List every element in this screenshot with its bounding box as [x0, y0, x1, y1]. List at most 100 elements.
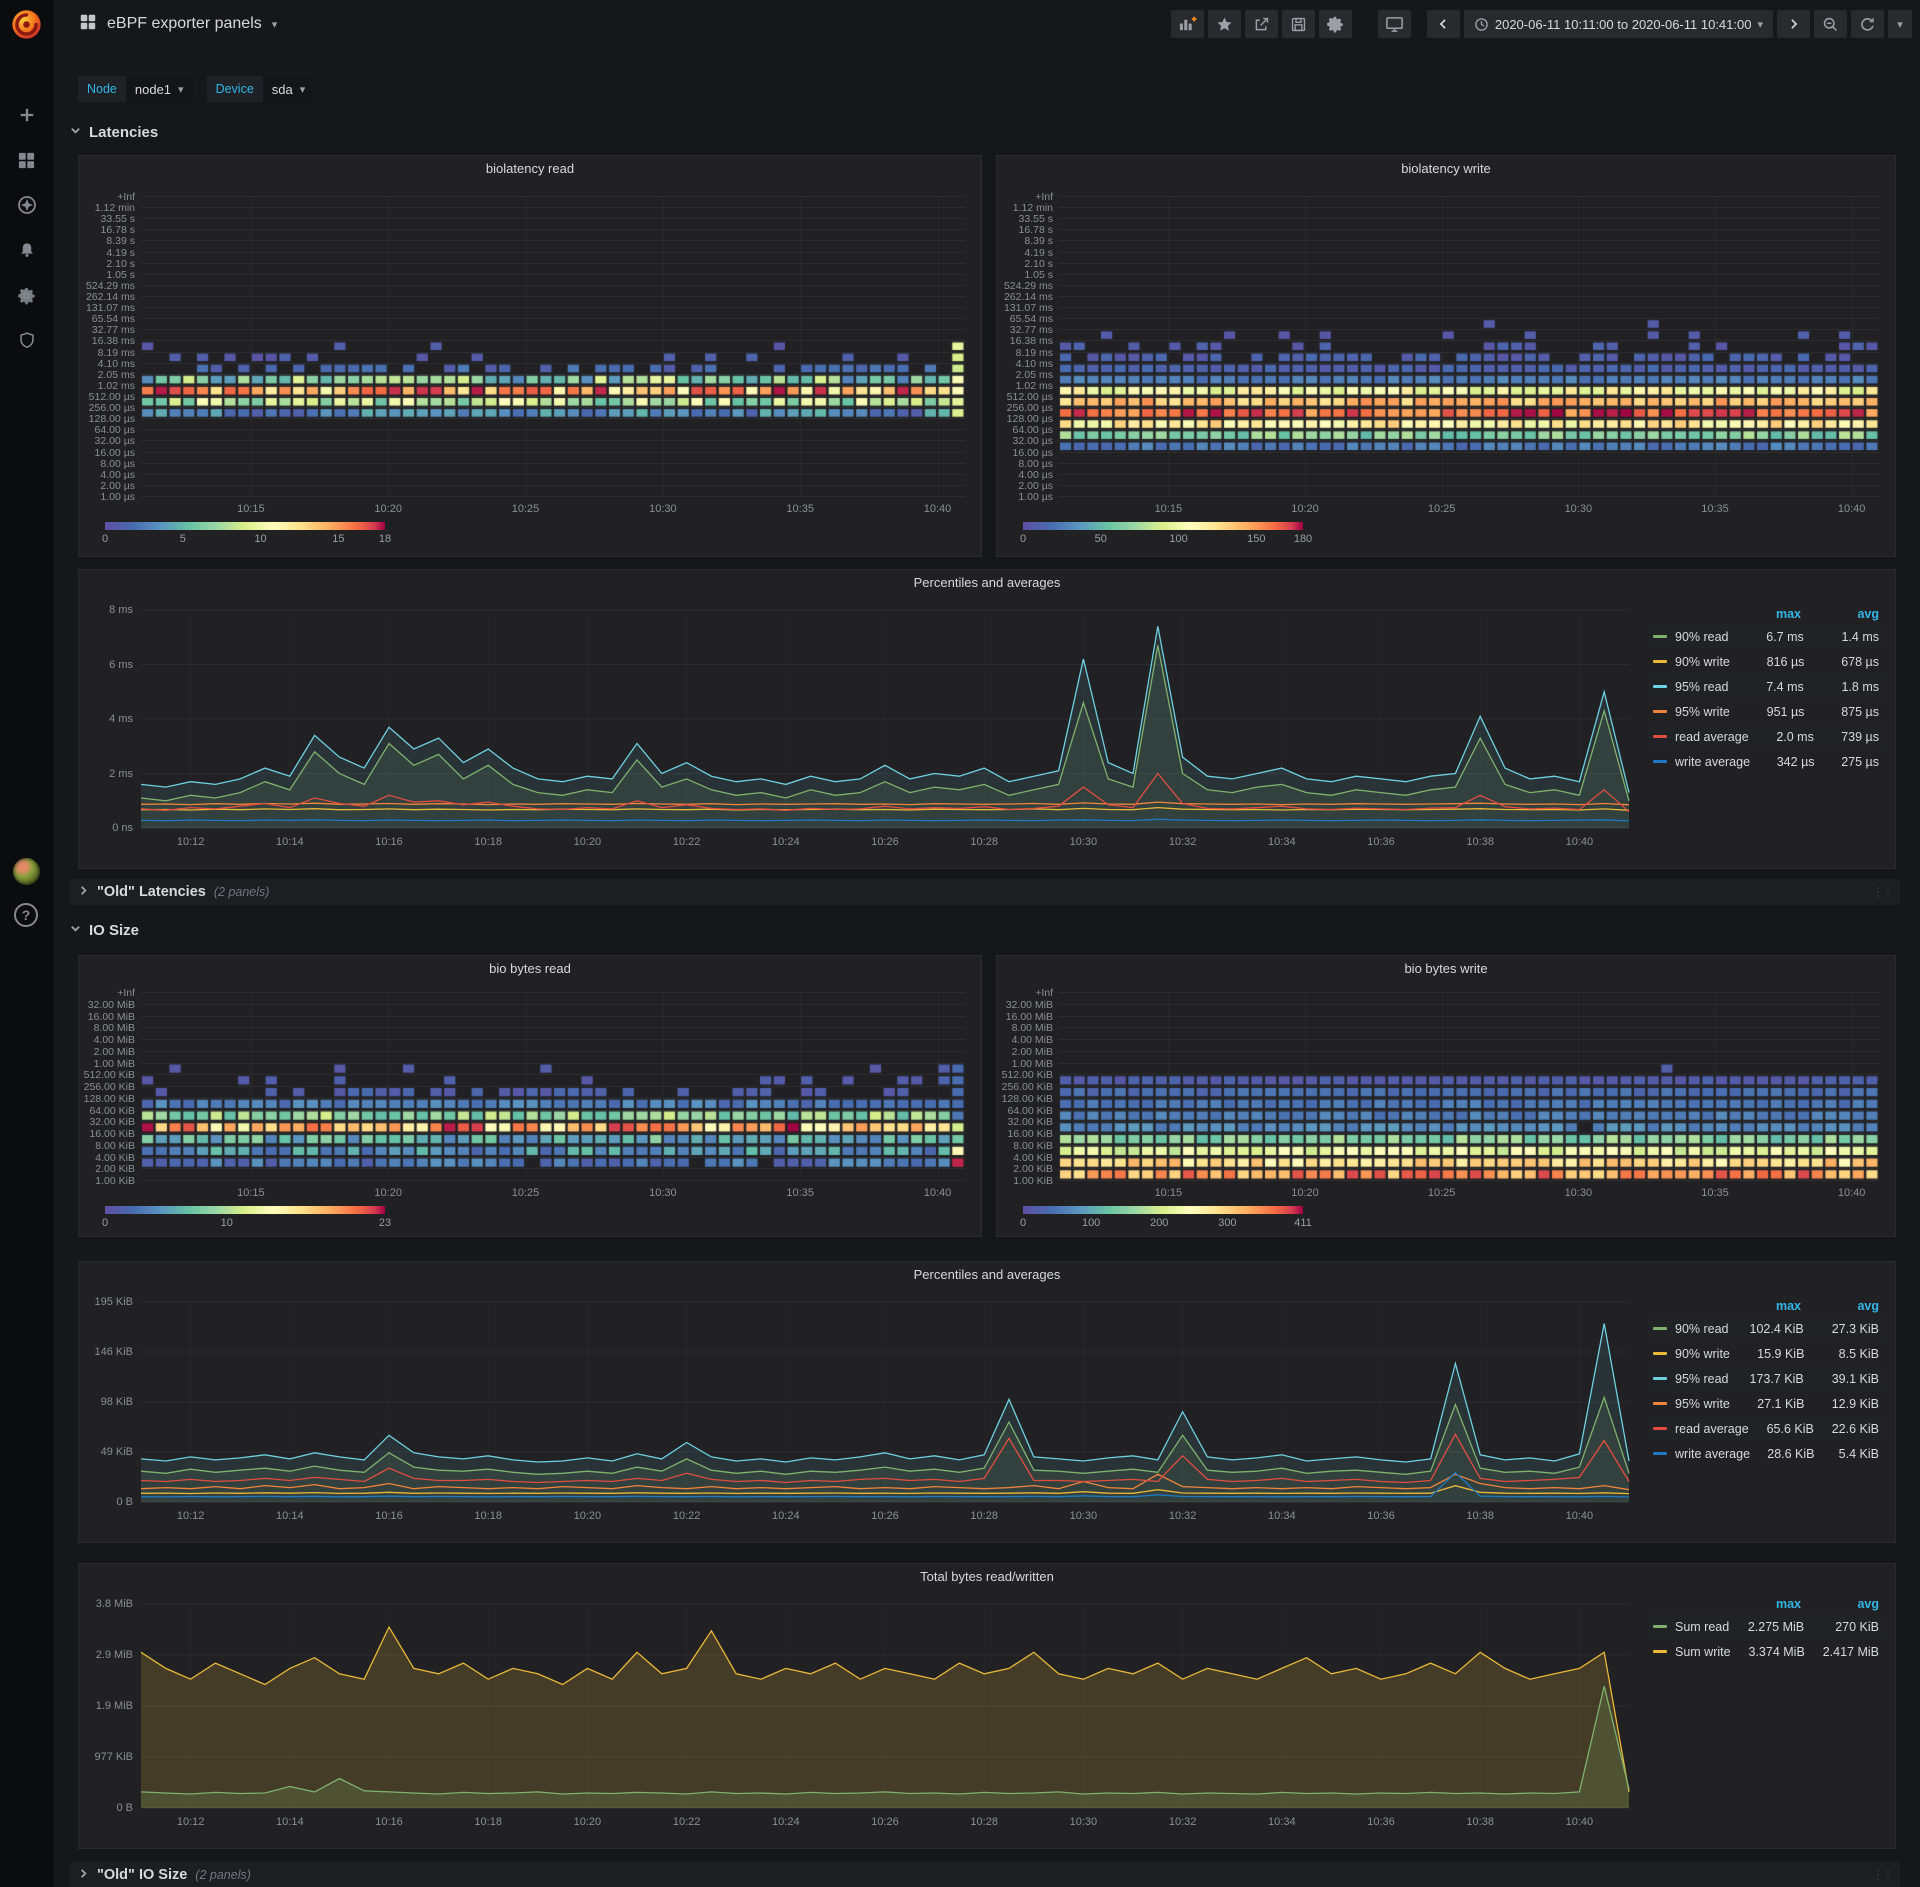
- legend-row[interactable]: 95% read7.4 ms1.8 ms: [1647, 674, 1885, 699]
- save-button[interactable]: [1282, 10, 1315, 38]
- dashboards-icon[interactable]: [0, 145, 53, 175]
- panel-title[interactable]: biolatency write: [997, 156, 1895, 182]
- x-axis-label: 10:16: [366, 1510, 412, 1522]
- x-axis-label: 10:36: [1358, 1510, 1404, 1522]
- server-admin-icon[interactable]: [0, 325, 53, 355]
- time-range-button[interactable]: 2020-06-11 10:11:00 to 2020-06-11 10:41:…: [1464, 10, 1773, 38]
- grafana-logo[interactable]: [10, 8, 43, 41]
- x-axis-label: 10:25: [1419, 503, 1465, 515]
- legend-row[interactable]: read average65.6 KiB22.6 KiB: [1647, 1416, 1885, 1441]
- row-drag-handle[interactable]: ⋮⋮: [1872, 885, 1892, 899]
- row-header-old-io-size[interactable]: "Old" IO Size (2 panels) ⋮⋮: [70, 1862, 1900, 1887]
- series-max: 173.7 KiB: [1729, 1372, 1804, 1386]
- time-forward-button[interactable]: [1777, 10, 1810, 38]
- variable-device[interactable]: Device sda▾: [207, 76, 315, 102]
- series-name: Sum read: [1675, 1620, 1729, 1634]
- alerting-icon[interactable]: [0, 235, 53, 265]
- row-header-old-latencies[interactable]: "Old" Latencies (2 panels) ⋮⋮: [70, 879, 1900, 905]
- x-axis-label: 10:36: [1358, 1816, 1404, 1828]
- series-max: 7.4 ms: [1729, 680, 1804, 694]
- x-axis-label: 10:25: [503, 503, 549, 515]
- y-axis-label: 4.00 KiB: [997, 1152, 1053, 1164]
- time-back-button[interactable]: [1427, 10, 1460, 38]
- add-panel-button[interactable]: [1171, 10, 1204, 38]
- help-icon[interactable]: ?: [14, 903, 38, 927]
- x-axis-label: 10:12: [168, 836, 214, 848]
- configuration-icon[interactable]: [0, 280, 53, 310]
- heatmap-biolatency-write[interactable]: +Inf1.12 min33.55 s16.78 s8.39 s4.19 s2.…: [997, 156, 1895, 556]
- y-axis-label: 0 B: [79, 1496, 133, 1508]
- row-header-latencies[interactable]: Latencies: [70, 120, 158, 144]
- legend-header[interactable]: max: [1723, 607, 1801, 621]
- x-axis-label: 10:28: [961, 1510, 1007, 1522]
- series-name: write average: [1675, 755, 1750, 769]
- create-icon[interactable]: [0, 100, 53, 130]
- legend-row[interactable]: 90% read6.7 ms1.4 ms: [1647, 624, 1885, 649]
- heatmap-bio-bytes-read[interactable]: +Inf32.00 MiB16.00 MiB8.00 MiB4.00 MiB2.…: [79, 956, 981, 1236]
- y-axis-label: 2.00 KiB: [79, 1163, 135, 1175]
- legend-row[interactable]: 95% write27.1 KiB12.9 KiB: [1647, 1391, 1885, 1416]
- legend-row[interactable]: 90% write816 µs678 µs: [1647, 649, 1885, 674]
- legend-row[interactable]: 90% read102.4 KiB27.3 KiB: [1647, 1316, 1885, 1341]
- legend-header[interactable]: avg: [1801, 1597, 1879, 1611]
- y-axis-label: 2.00 MiB: [79, 1046, 135, 1058]
- graph-total-bytes[interactable]: 0 B977 KiB1.9 MiB2.9 MiB3.8 MiB10:1210:1…: [79, 1564, 1895, 1848]
- y-axis-label: 512.00 KiB: [79, 1069, 135, 1081]
- panel-title[interactable]: Percentiles and averages: [79, 570, 1895, 596]
- row-title: "Old" IO Size: [97, 1867, 187, 1883]
- graph-io-percentiles[interactable]: 0 B49 KiB98 KiB146 KiB195 KiB10:1210:141…: [79, 1262, 1895, 1542]
- cycle-view-button[interactable]: [1378, 10, 1411, 38]
- dashboard-title-button[interactable]: eBPF exporter panels ▾: [79, 13, 277, 36]
- page-title: eBPF exporter panels: [107, 15, 262, 33]
- panel-latency-percentiles: Percentiles and averages 0 ns2 ms4 ms6 m…: [78, 569, 1896, 869]
- legend-header[interactable]: max: [1723, 1597, 1801, 1611]
- y-axis-label: 1.9 MiB: [79, 1700, 133, 1712]
- heatmap-bio-bytes-write[interactable]: +Inf32.00 MiB16.00 MiB8.00 MiB4.00 MiB2.…: [997, 956, 1895, 1236]
- legend-header[interactable]: max: [1723, 1299, 1801, 1313]
- refresh-interval-button[interactable]: ▾: [1888, 10, 1912, 38]
- legend-row[interactable]: 95% write951 µs875 µs: [1647, 699, 1885, 724]
- mark-favorite-button[interactable]: [1208, 10, 1241, 38]
- series-name: Sum write: [1675, 1645, 1731, 1659]
- panel-title[interactable]: bio bytes read: [79, 956, 981, 982]
- legend-header[interactable]: avg: [1801, 1299, 1879, 1313]
- color-scale-tick: 411: [1294, 1217, 1312, 1229]
- share-button[interactable]: [1245, 10, 1278, 38]
- variable-node[interactable]: Node node1▾: [78, 76, 193, 102]
- series-avg: 1.8 ms: [1804, 680, 1879, 694]
- panel-title[interactable]: biolatency read: [79, 156, 981, 182]
- legend-row[interactable]: Sum write3.374 MiB2.417 MiB: [1647, 1639, 1885, 1664]
- legend-header[interactable]: avg: [1801, 607, 1879, 621]
- zoom-out-button[interactable]: [1814, 10, 1847, 38]
- graph-latency-percentiles[interactable]: 0 ns2 ms4 ms6 ms8 ms10:1210:1410:1610:18…: [79, 570, 1895, 868]
- legend-row[interactable]: Sum read2.275 MiB270 KiB: [1647, 1614, 1885, 1639]
- navbar: eBPF exporter panels ▾: [53, 0, 1920, 48]
- x-axis-label: 10:40: [915, 503, 961, 515]
- panel-title[interactable]: bio bytes write: [997, 956, 1895, 982]
- legend-row[interactable]: write average28.6 KiB5.4 KiB: [1647, 1441, 1885, 1466]
- color-scale-tick: 300: [1218, 1217, 1236, 1229]
- x-axis-label: 10:36: [1358, 836, 1404, 848]
- time-range-text: 2020-06-11 10:11:00 to 2020-06-11 10:41:…: [1495, 17, 1752, 32]
- legend-row[interactable]: 90% write15.9 KiB8.5 KiB: [1647, 1341, 1885, 1366]
- avatar[interactable]: [13, 858, 40, 885]
- explore-icon[interactable]: [0, 190, 53, 220]
- series-avg: 5.4 KiB: [1815, 1447, 1879, 1461]
- x-axis-label: 10:15: [1145, 1187, 1191, 1199]
- series-max: 28.6 KiB: [1750, 1447, 1814, 1461]
- x-axis-label: 10:20: [564, 1510, 610, 1522]
- refresh-button[interactable]: [1851, 10, 1884, 38]
- settings-button[interactable]: [1319, 10, 1352, 38]
- color-scale-tick: 0: [1020, 533, 1026, 545]
- row-drag-handle[interactable]: ⋮⋮: [1872, 1868, 1892, 1882]
- heatmap-biolatency-read[interactable]: +Inf1.12 min33.55 s16.78 s8.39 s4.19 s2.…: [79, 156, 981, 556]
- row-header-io-size[interactable]: IO Size: [70, 918, 139, 942]
- panel-title[interactable]: Percentiles and averages: [79, 1262, 1895, 1288]
- x-axis-label: 10:35: [1692, 1187, 1738, 1199]
- y-axis-label: 0 ns: [79, 822, 133, 834]
- legend-row[interactable]: 95% read173.7 KiB39.1 KiB: [1647, 1366, 1885, 1391]
- legend-row[interactable]: read average2.0 ms739 µs: [1647, 724, 1885, 749]
- panel-title[interactable]: Total bytes read/written: [79, 1564, 1895, 1590]
- legend-row[interactable]: write average342 µs275 µs: [1647, 749, 1885, 774]
- row-title: "Old" Latencies: [97, 884, 206, 900]
